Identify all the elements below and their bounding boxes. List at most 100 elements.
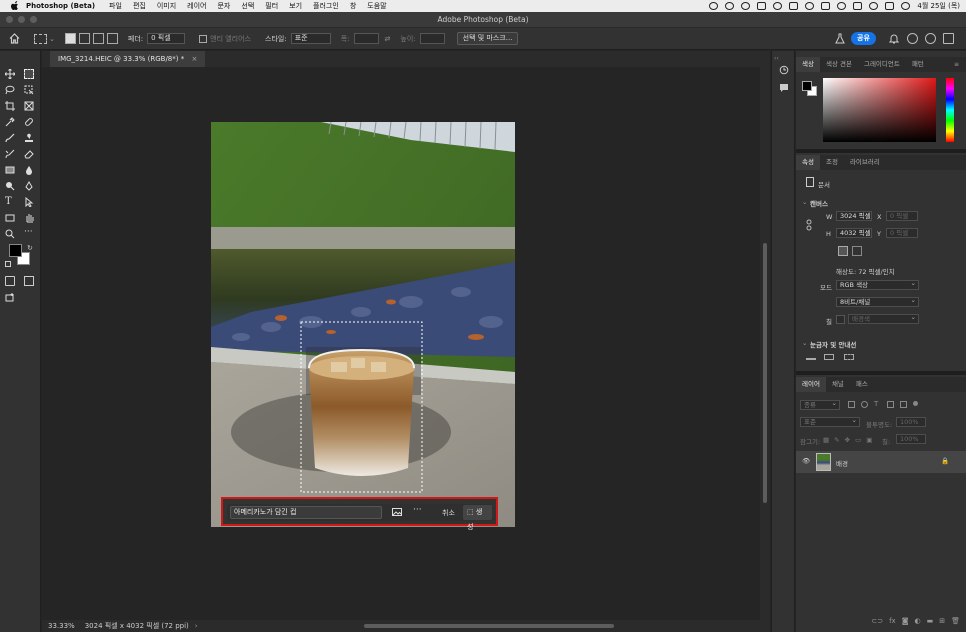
filter-smart-object-icon[interactable] bbox=[900, 401, 907, 408]
record-icon[interactable] bbox=[709, 2, 719, 10]
width-input[interactable] bbox=[353, 33, 379, 44]
panel-menu-icon[interactable]: ≡ bbox=[954, 61, 959, 68]
link-dimensions-icon[interactable] bbox=[806, 219, 812, 231]
filter-shape-icon[interactable] bbox=[887, 401, 894, 408]
close-tab-icon[interactable]: × bbox=[191, 55, 197, 63]
select-and-mask-button[interactable]: 선택 및 마스크... bbox=[456, 32, 519, 45]
document-tab[interactable]: IMG_3214.HEIC @ 33.3% (RGB/8*) * × bbox=[50, 51, 206, 67]
menu-plugins[interactable]: 플러그인 bbox=[313, 1, 339, 11]
pen-tool-icon[interactable] bbox=[24, 181, 34, 191]
zoom-tool-icon[interactable] bbox=[5, 229, 15, 239]
display-icon[interactable] bbox=[789, 2, 799, 10]
eyedropper-icon[interactable] bbox=[5, 117, 15, 127]
vertical-scrollbar[interactable] bbox=[760, 67, 770, 620]
apple-icon[interactable] bbox=[10, 1, 20, 11]
tab-adjustments[interactable]: 조정 bbox=[820, 155, 844, 170]
ruler-icon[interactable] bbox=[806, 354, 816, 360]
lasso-tool-icon[interactable] bbox=[5, 85, 15, 95]
marquee-tool-icon[interactable] bbox=[24, 69, 34, 79]
more-tools-icon[interactable]: ··· bbox=[24, 227, 34, 237]
cancel-button[interactable]: 취소 bbox=[442, 508, 455, 518]
canvas-height-input[interactable]: 4032 픽셀 bbox=[836, 228, 872, 238]
move-tool-icon[interactable] bbox=[4, 68, 16, 80]
antialias-checkbox[interactable] bbox=[199, 34, 208, 43]
new-group-icon[interactable]: ▬ bbox=[927, 617, 934, 631]
creative-cloud-icon[interactable] bbox=[725, 2, 735, 10]
fx-icon[interactable]: fx bbox=[889, 617, 896, 631]
generative-icon[interactable] bbox=[5, 293, 15, 303]
more-options-icon[interactable]: ··· bbox=[413, 505, 422, 515]
menu-select[interactable]: 선택 bbox=[241, 1, 254, 11]
foreground-color-swatch[interactable] bbox=[9, 244, 22, 257]
canvas-width-input[interactable]: 3024 픽셀 bbox=[836, 211, 872, 221]
document-image[interactable] bbox=[211, 122, 515, 527]
lock-transparency-icon[interactable]: ▦ bbox=[823, 436, 829, 444]
history-brush-icon[interactable] bbox=[5, 149, 15, 159]
bell-icon[interactable] bbox=[889, 33, 899, 44]
guides-icon[interactable] bbox=[844, 354, 854, 360]
help-icon[interactable] bbox=[925, 33, 936, 44]
intersect-selection-icon[interactable] bbox=[106, 33, 118, 44]
eraser-tool-icon[interactable] bbox=[24, 149, 34, 159]
filter-adjustment-icon[interactable] bbox=[861, 401, 868, 408]
swap-dimensions-icon[interactable]: ⇄ bbox=[385, 35, 391, 43]
menu-window[interactable]: 창 bbox=[350, 1, 356, 11]
canvas-y-input[interactable]: 0 픽셀 bbox=[886, 228, 918, 238]
clock-icon[interactable] bbox=[773, 2, 783, 10]
wifi-icon[interactable] bbox=[837, 2, 847, 10]
style-select[interactable]: 표준 bbox=[290, 33, 331, 44]
tab-layers[interactable]: 레이어 bbox=[796, 377, 826, 392]
canvas-collapse-icon[interactable]: ⌄ bbox=[802, 198, 807, 206]
type-tool-icon[interactable]: T bbox=[5, 197, 15, 207]
flask-icon[interactable] bbox=[835, 33, 845, 44]
bit-depth-select[interactable]: 8비트/채널 bbox=[836, 296, 919, 307]
comments-panel-icon[interactable] bbox=[779, 83, 789, 93]
adjustment-layer-icon[interactable]: ◐ bbox=[915, 617, 921, 631]
menu-edit[interactable]: 편집 bbox=[133, 1, 146, 11]
dodge-tool-icon[interactable] bbox=[5, 181, 15, 191]
tab-color[interactable]: 색상 bbox=[796, 57, 820, 72]
lock-position-icon[interactable]: ✥ bbox=[845, 436, 850, 444]
home-icon[interactable] bbox=[9, 33, 20, 44]
feather-input[interactable]: 0 픽셀 bbox=[147, 33, 186, 44]
screen-mirroring-icon[interactable] bbox=[757, 2, 767, 10]
status-app-icon[interactable] bbox=[741, 2, 751, 10]
height-input[interactable] bbox=[419, 33, 445, 44]
menu-layer[interactable]: 레이어 bbox=[187, 1, 206, 11]
menu-type[interactable]: 문자 bbox=[217, 1, 230, 11]
tab-gradients[interactable]: 그레이디언트 bbox=[858, 57, 906, 72]
tab-swatches[interactable]: 색상 견본 bbox=[820, 57, 858, 72]
menu-help[interactable]: 도움말 bbox=[367, 1, 386, 11]
color-field[interactable] bbox=[823, 78, 936, 142]
delete-layer-icon[interactable]: 🗑 bbox=[951, 617, 960, 631]
chevron-right-icon[interactable]: › bbox=[195, 622, 198, 630]
canvas-x-input[interactable]: 0 픽셀 bbox=[886, 211, 918, 221]
siri-icon[interactable] bbox=[901, 2, 911, 10]
brush-tool-icon[interactable] bbox=[5, 133, 15, 143]
workspace-icon[interactable] bbox=[943, 33, 954, 44]
default-colors-icon[interactable] bbox=[5, 261, 11, 267]
search-icon[interactable] bbox=[907, 33, 918, 44]
blend-mode-select[interactable]: 표준 bbox=[800, 416, 860, 427]
horizontal-scroll-thumb[interactable] bbox=[364, 624, 614, 628]
lock-pixels-icon[interactable]: ✎ bbox=[834, 436, 839, 444]
generate-button[interactable]: ⬚ 생성 bbox=[463, 505, 492, 531]
add-mask-icon[interactable]: ◙ bbox=[902, 617, 909, 631]
gradient-tool-icon[interactable] bbox=[5, 165, 15, 175]
vertical-scroll-thumb[interactable] bbox=[763, 243, 767, 503]
opacity-input[interactable]: 100% bbox=[896, 417, 926, 427]
object-selection-icon[interactable] bbox=[24, 85, 34, 95]
lock-icon[interactable]: 🔒 bbox=[941, 457, 949, 465]
play-icon[interactable] bbox=[805, 2, 815, 10]
new-selection-icon[interactable] bbox=[64, 33, 76, 44]
zoom-level[interactable]: 33.33% bbox=[48, 622, 75, 630]
landscape-orientation-icon[interactable] bbox=[852, 246, 862, 256]
portrait-orientation-icon[interactable] bbox=[838, 246, 848, 256]
hand-tool-icon[interactable] bbox=[24, 213, 34, 223]
swap-colors-icon[interactable]: ↻ bbox=[27, 244, 33, 252]
frame-tool-icon[interactable] bbox=[24, 101, 34, 111]
tab-libraries[interactable]: 라이브러리 bbox=[844, 155, 886, 170]
input-source-icon[interactable] bbox=[853, 2, 863, 10]
filter-toggle-icon[interactable] bbox=[913, 401, 918, 406]
chevron-down-icon[interactable]: ⌄ bbox=[49, 35, 55, 43]
